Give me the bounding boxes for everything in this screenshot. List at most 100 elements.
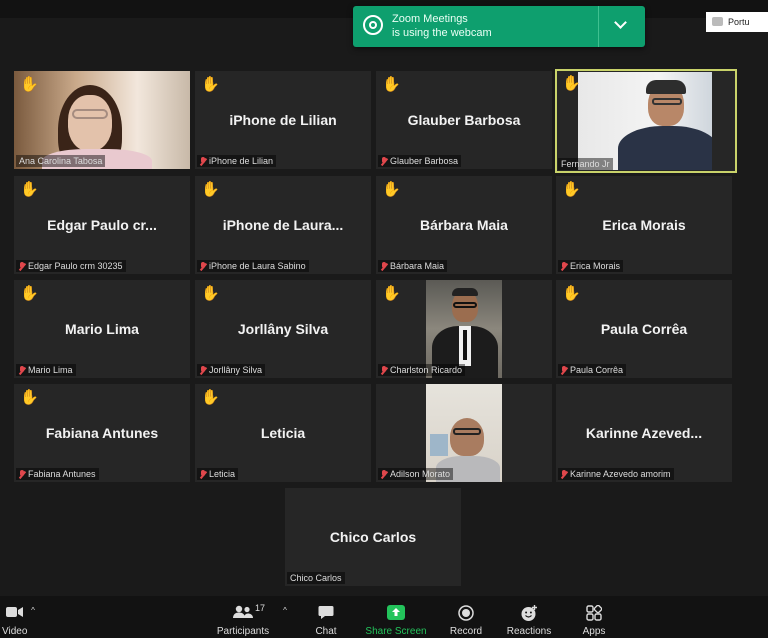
raised-hand-icon: ✋ xyxy=(562,75,581,92)
meeting-toolbar: Video ^ 17 Participants ^ Chat Share Scr… xyxy=(0,596,768,638)
language-button[interactable]: Portu xyxy=(706,12,768,32)
raised-hand-icon: ✋ xyxy=(562,181,581,198)
webcam-icon xyxy=(363,15,383,35)
muted-mic-icon xyxy=(19,365,25,375)
participant-name-label: Edgar Paulo crm 30235 xyxy=(16,260,126,272)
participant-name-label: Chico Carlos xyxy=(287,572,345,584)
participant-name-label: Glauber Barbosa xyxy=(378,155,462,167)
raised-hand-icon: ✋ xyxy=(201,181,220,198)
participant-name-label: Fernando Jr xyxy=(558,158,613,170)
raised-hand-icon: ✋ xyxy=(201,76,220,93)
participant-tile[interactable]: ✋ Edgar Paulo cr... Edgar Paulo crm 3023… xyxy=(14,176,190,274)
participant-tile[interactable]: ✋ Ana Carolina Tabosa xyxy=(14,71,190,169)
participant-display-name: Edgar Paulo cr... xyxy=(47,217,157,233)
muted-mic-icon xyxy=(200,365,206,375)
chevron-up-icon: ^ xyxy=(283,606,287,615)
share-screen-button[interactable]: Share Screen xyxy=(364,596,428,638)
participants-count: 17 xyxy=(255,603,266,613)
muted-mic-icon xyxy=(561,469,567,479)
participant-display-name: Mario Lima xyxy=(65,321,139,337)
video-options-button[interactable]: ^ xyxy=(26,596,40,638)
notification-title: Zoom Meetings xyxy=(392,13,468,25)
muted-mic-icon xyxy=(381,261,387,271)
muted-mic-icon xyxy=(381,469,387,479)
chevron-up-icon: ^ xyxy=(31,606,35,615)
participant-tile[interactable]: ✋ Jorllâny Silva Jorllâny Silva xyxy=(195,280,371,378)
participant-name-label: Adilson Morato xyxy=(378,468,454,480)
raised-hand-icon: ✋ xyxy=(201,285,220,302)
printer-icon xyxy=(712,17,723,26)
participant-tile[interactable]: ✋ Leticia Leticia xyxy=(195,384,371,482)
participant-tile[interactable]: ✋ Erica Morais Erica Morais xyxy=(556,176,732,274)
participant-display-name: Chico Carlos xyxy=(329,529,417,545)
participants-options-button[interactable]: ^ xyxy=(278,596,292,638)
participant-display-name: Paula Corrêa xyxy=(600,321,688,337)
muted-mic-icon xyxy=(381,156,387,166)
muted-mic-icon xyxy=(381,365,387,375)
participant-tile[interactable]: ✋ Mario Lima Mario Lima xyxy=(14,280,190,378)
participant-name-label: Bárbara Maia xyxy=(378,260,448,272)
muted-mic-icon xyxy=(200,156,206,166)
participants-icon xyxy=(233,605,253,618)
participant-display-name: Jorllâny Silva xyxy=(237,321,329,337)
smiley-icon xyxy=(521,605,537,621)
participant-tile[interactable]: ✋ Fabiana Antunes Fabiana Antunes xyxy=(14,384,190,482)
apps-button[interactable]: Apps xyxy=(572,596,616,638)
participant-display-name: Karinne Azeved... xyxy=(585,425,703,441)
chat-icon xyxy=(318,606,334,619)
apps-icon xyxy=(586,605,602,621)
muted-mic-icon xyxy=(561,261,567,271)
record-icon xyxy=(458,605,474,621)
participant-name-label: Mario Lima xyxy=(16,364,76,376)
participant-name-label: Erica Morais xyxy=(558,260,624,272)
reactions-label: Reactions xyxy=(506,626,552,637)
chat-button[interactable]: Chat xyxy=(304,596,348,638)
participant-display-name: iPhone de Laura... xyxy=(222,217,344,233)
participant-name-label: Ana Carolina Tabosa xyxy=(16,155,106,167)
notification-divider xyxy=(598,6,599,47)
participant-tile[interactable]: Karinne Azeved... Karinne Azevedo amorim xyxy=(556,384,732,482)
raised-hand-icon: ✋ xyxy=(20,389,39,406)
raised-hand-icon: ✋ xyxy=(382,285,401,302)
muted-mic-icon xyxy=(200,261,206,271)
participant-tile[interactable]: ✋ Glauber Barbosa Glauber Barbosa xyxy=(376,71,552,169)
raised-hand-icon: ✋ xyxy=(20,181,39,198)
chevron-down-icon[interactable] xyxy=(614,16,627,29)
participant-display-name: Bárbara Maia xyxy=(420,217,508,233)
participant-name-label: Karinne Azevedo amorim xyxy=(558,468,674,480)
participant-display-name: iPhone de Lilian xyxy=(229,112,337,128)
participant-tile[interactable]: Adilson Morato xyxy=(376,384,552,482)
raised-hand-icon: ✋ xyxy=(20,76,39,93)
raised-hand-icon: ✋ xyxy=(20,285,39,302)
participant-display-name: Erica Morais xyxy=(602,217,686,233)
participant-tile[interactable]: ✋ Bárbara Maia Bárbara Maia xyxy=(376,176,552,274)
participant-name-label: Charlston Ricardo xyxy=(378,364,466,376)
participant-name-label: iPhone de Laura Sabino xyxy=(197,260,309,272)
participant-display-name: Glauber Barbosa xyxy=(407,112,521,128)
language-label: Portu xyxy=(728,17,750,27)
participant-tile-active-speaker[interactable]: ✋ Fernando Jr xyxy=(555,69,737,173)
muted-mic-icon xyxy=(200,469,206,479)
record-label: Record xyxy=(449,626,483,637)
chat-label: Chat xyxy=(315,626,337,637)
participants-button[interactable]: 17 Participants xyxy=(213,596,273,638)
participant-display-name: Leticia xyxy=(260,425,306,441)
participant-video xyxy=(578,72,712,170)
webcam-notification[interactable]: Zoom Meetings is using the webcam xyxy=(353,6,645,47)
participant-tile[interactable]: ✋ iPhone de Laura... iPhone de Laura Sab… xyxy=(195,176,371,274)
participant-tile[interactable]: ✋ iPhone de Lilian iPhone de Lilian xyxy=(195,71,371,169)
reactions-button[interactable]: Reactions xyxy=(504,596,554,638)
participant-tile[interactable]: ✋ Paula Corrêa Paula Corrêa xyxy=(556,280,732,378)
participant-name-label: Leticia xyxy=(197,468,239,480)
participant-name-label: iPhone de Lilian xyxy=(197,155,277,167)
muted-mic-icon xyxy=(561,365,567,375)
apps-label: Apps xyxy=(582,626,606,637)
muted-mic-icon xyxy=(19,469,25,479)
participant-tile[interactable]: ✋ Charlston Ricardo xyxy=(376,280,552,378)
record-button[interactable]: Record xyxy=(444,596,488,638)
raised-hand-icon: ✋ xyxy=(562,285,581,302)
participant-name-label: Fabiana Antunes xyxy=(16,468,99,480)
participant-tile[interactable]: Chico Carlos Chico Carlos xyxy=(285,488,461,586)
video-camera-icon xyxy=(6,607,23,617)
raised-hand-icon: ✋ xyxy=(382,76,401,93)
